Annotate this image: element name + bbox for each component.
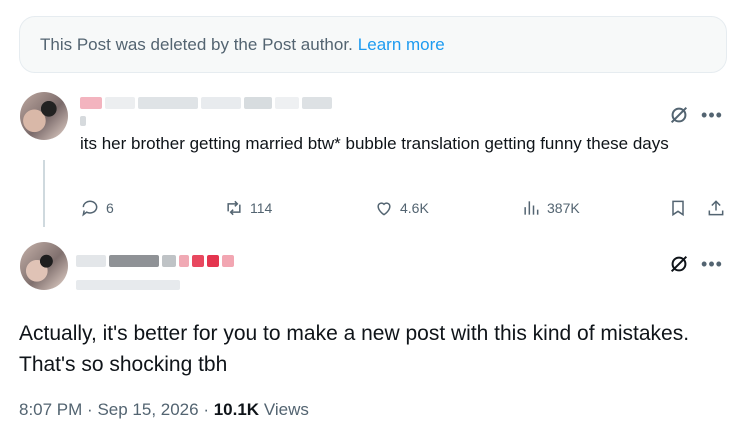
separator-dot: · bbox=[203, 400, 214, 419]
avatar[interactable] bbox=[20, 242, 68, 290]
avatar[interactable] bbox=[20, 92, 68, 140]
views-label: Views bbox=[263, 400, 309, 419]
deleted-post-notice: This Post was deleted by the Post author… bbox=[19, 16, 727, 73]
bookmark-icon bbox=[672, 200, 684, 217]
learn-more-link[interactable]: Learn more bbox=[358, 35, 445, 55]
share-button[interactable] bbox=[706, 198, 726, 218]
like-button[interactable]: 4.6K bbox=[374, 198, 429, 218]
repost-icon bbox=[227, 200, 241, 216]
heart-icon bbox=[377, 202, 391, 216]
post-text: its her brother getting married btw* bub… bbox=[80, 134, 669, 153]
share-icon bbox=[708, 200, 724, 216]
reply-button[interactable]: 6 bbox=[80, 198, 114, 218]
repost-count: 114 bbox=[250, 200, 273, 216]
reply-text: Actually, it's better for you to make a … bbox=[19, 322, 690, 376]
repost-button[interactable]: 114 bbox=[224, 198, 272, 218]
reply-icon bbox=[82, 200, 98, 217]
grok-icon[interactable] bbox=[668, 253, 690, 275]
display-name-blurred[interactable] bbox=[80, 97, 332, 109]
display-name-blurred[interactable] bbox=[76, 255, 234, 267]
handle-blurred bbox=[80, 116, 86, 126]
separator-dot: · bbox=[87, 400, 98, 419]
more-icon[interactable]: ••• bbox=[700, 253, 724, 275]
views-button[interactable]: 387K bbox=[521, 198, 580, 218]
views-icon bbox=[524, 201, 539, 215]
views-count: 387K bbox=[547, 200, 580, 216]
grok-icon[interactable] bbox=[668, 104, 690, 126]
post-actions: 6 114 4.6K 387K bbox=[78, 198, 728, 220]
views-total: 10.1K bbox=[213, 400, 260, 419]
post-date[interactable]: Sep 15, 2026 bbox=[97, 400, 198, 419]
handle-blurred bbox=[76, 280, 180, 290]
like-count: 4.6K bbox=[400, 200, 429, 216]
post-time[interactable]: 8:07 PM bbox=[19, 400, 82, 419]
post-metadata: 8:07 PM · Sep 15, 2026 · 10.1K Views bbox=[19, 400, 309, 420]
thread-line bbox=[43, 160, 45, 227]
more-icon[interactable]: ••• bbox=[700, 104, 724, 126]
deleted-notice-text: This Post was deleted by the Post author… bbox=[40, 34, 353, 54]
reply-count: 6 bbox=[106, 200, 114, 216]
bookmark-button[interactable] bbox=[668, 198, 688, 218]
